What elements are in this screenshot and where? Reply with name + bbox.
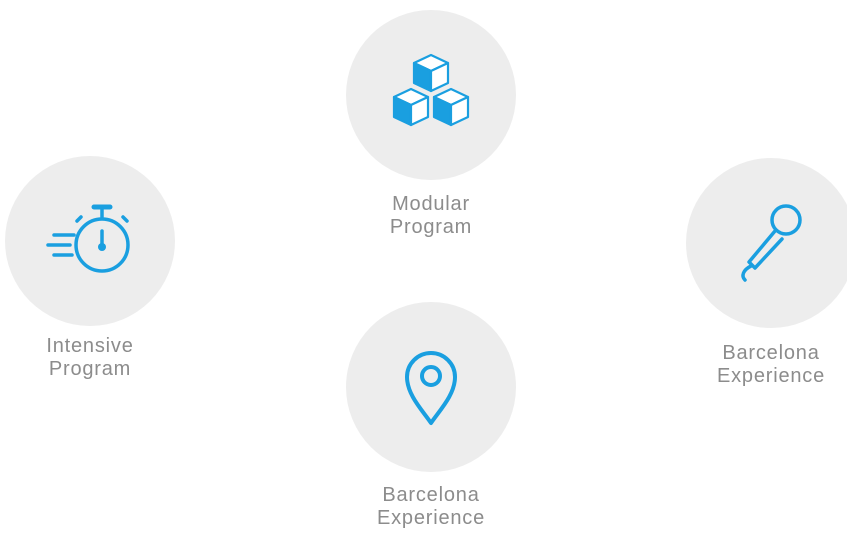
cubes-icon	[390, 53, 472, 137]
program-intensive-label: Intensive Program	[0, 335, 190, 381]
microphone-icon	[731, 198, 811, 288]
program-modular-label: Modular Program	[331, 193, 531, 239]
stopwatch-icon	[40, 201, 140, 281]
program-location-label-line1: Barcelona	[382, 484, 480, 506]
program-location-label: Barcelona Experience	[331, 484, 531, 530]
program-barcelona-experience-mic[interactable]: Barcelona Experience	[671, 158, 847, 388]
program-mic-label-line1: Barcelona	[722, 342, 820, 364]
program-modular-circle	[346, 10, 516, 180]
program-intensive-circle	[5, 156, 175, 326]
location-pin-icon	[401, 347, 461, 427]
program-mic-circle	[686, 158, 847, 328]
program-mic-label: Barcelona Experience	[671, 342, 847, 388]
program-intensive-label-line2: Program	[48, 358, 132, 380]
program-barcelona-experience-location[interactable]: Barcelona Experience	[331, 302, 531, 530]
program-mic-label-line2: Experience	[716, 365, 826, 387]
program-modular-label-line1: Modular	[392, 193, 470, 215]
program-modular-label-line2: Program	[389, 216, 473, 238]
program-intensive[interactable]: Intensive Program	[0, 156, 190, 381]
program-intensive-label-line1: Intensive	[46, 335, 134, 357]
program-modular[interactable]: Modular Program	[331, 10, 531, 239]
program-location-circle	[346, 302, 516, 472]
program-location-label-line2: Experience	[376, 507, 486, 529]
